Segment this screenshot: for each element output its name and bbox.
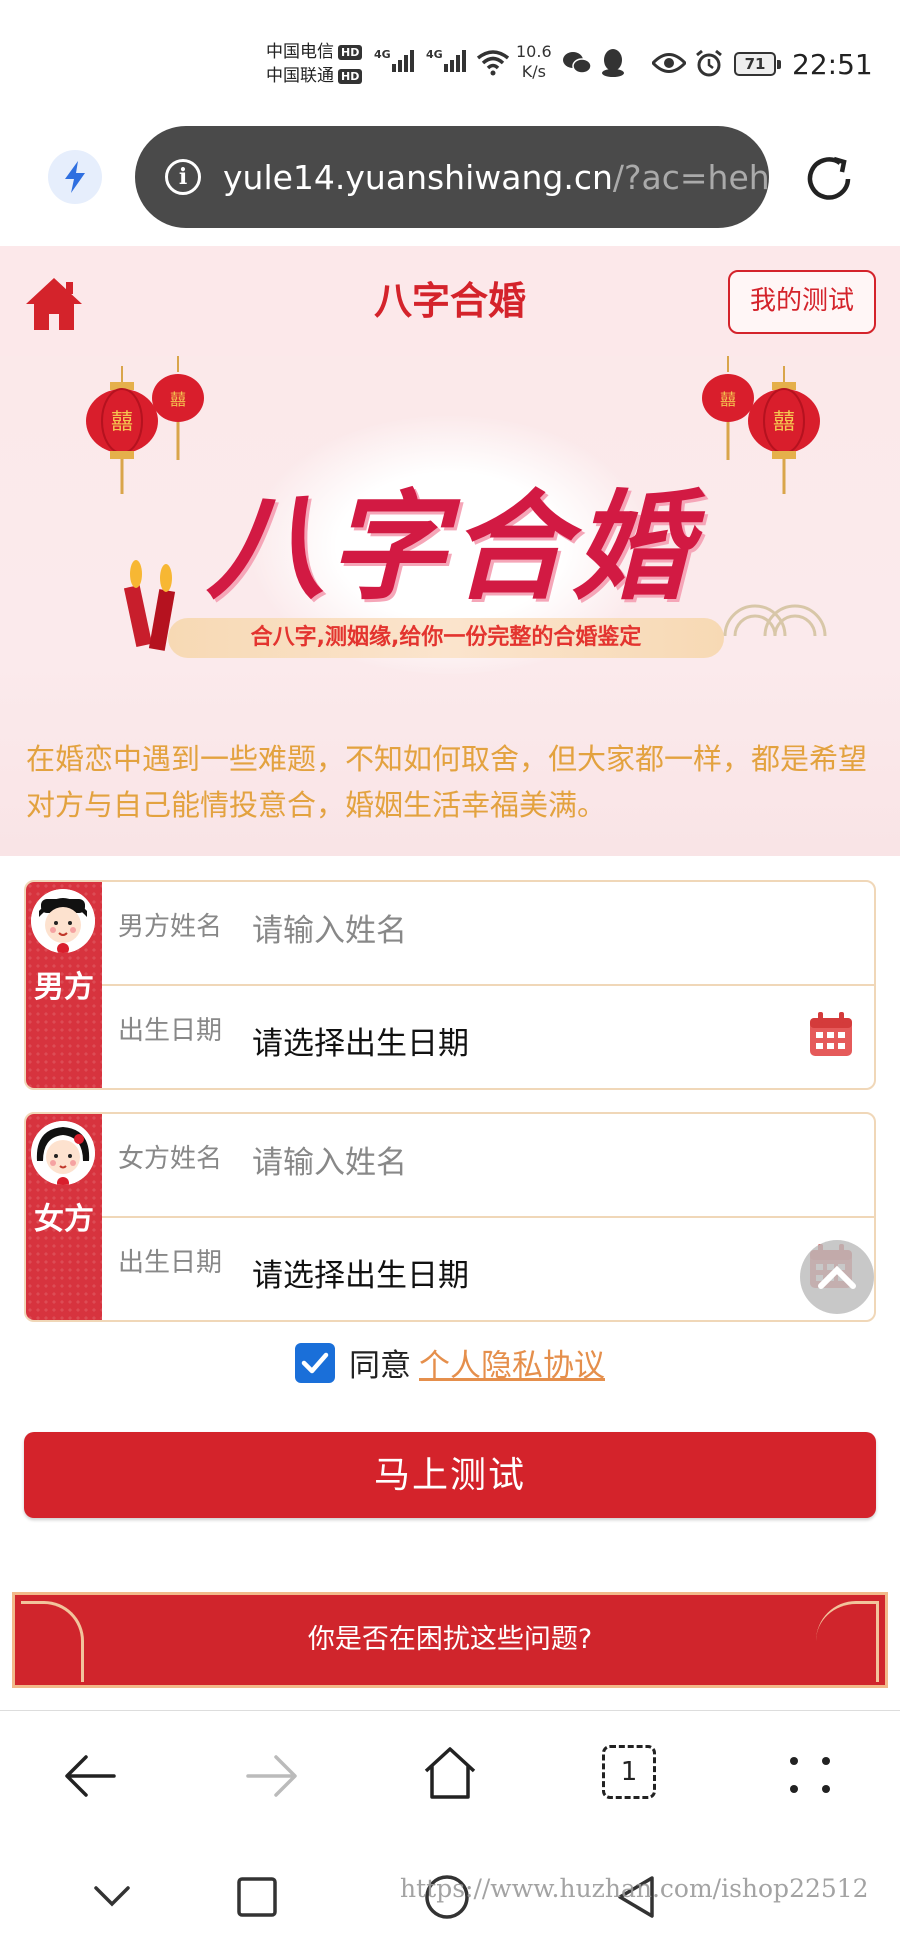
- male-name-row: 男方姓名: [102, 882, 874, 986]
- bride-avatar: [31, 1121, 95, 1185]
- svg-text:囍: 囍: [773, 410, 795, 435]
- svg-text:囍: 囍: [111, 410, 133, 435]
- svg-text:囍: 囍: [170, 390, 186, 409]
- tabs-button[interactable]: 1: [602, 1745, 656, 1799]
- male-name-input[interactable]: [252, 906, 772, 956]
- status-bar: 中国电信 HD 中国联通 HD 4G 4G 10.6 K/s 71 22:51: [0, 0, 900, 120]
- male-date-picker[interactable]: 请选择出生日期: [252, 1018, 469, 1063]
- female-date-row[interactable]: 出生日期 请选择出生日期: [102, 1218, 874, 1320]
- info-icon[interactable]: i: [165, 159, 201, 195]
- network-type-1: 4G: [374, 48, 391, 61]
- female-name-input[interactable]: [252, 1138, 772, 1188]
- male-date-label: 出生日期: [118, 1016, 223, 1046]
- female-form-card: 女方 女方姓名 出生日期 请选择出生日期: [24, 1112, 876, 1322]
- svg-text:囍: 囍: [720, 390, 736, 409]
- banner-ribbon: 合八字,测姻缘,给你一份完整的合婚鉴定: [168, 618, 724, 658]
- browser-toolbar: i yule14.yuanshiwang.cn/?ac=hehun: [0, 120, 900, 246]
- signal-icon-1: [392, 50, 414, 72]
- hd-badge-1: HD: [338, 44, 363, 60]
- browser-nav-bar: 1: [0, 1710, 900, 1840]
- alarm-icon: [696, 49, 722, 77]
- carrier-2: 中国联通: [266, 66, 334, 86]
- network-type-2: 4G: [426, 48, 443, 61]
- wechat-icon: [563, 52, 592, 74]
- recent-apps-icon[interactable]: [236, 1876, 278, 1918]
- hero-banner: 囍 囍 囍 囍 八字合婚 合八字,测姻缘,给你一份完整的合婚鉴定 在婚恋中遇到一…: [0, 356, 900, 856]
- chevron-up-icon: [818, 1265, 856, 1289]
- back-arrow-icon[interactable]: [62, 1751, 118, 1801]
- url-text: yule14.yuanshiwang.cn/?ac=hehun: [223, 157, 769, 197]
- groom-avatar: [31, 889, 95, 953]
- network-speed: 10.6 K/s: [516, 42, 552, 81]
- male-side-label: 男方: [34, 970, 94, 1005]
- signal-icon-2: [444, 50, 466, 72]
- lantern-icon: 囍: [152, 356, 204, 460]
- agreement-prefix: 同意: [349, 1348, 411, 1384]
- banner-title: 八字合婚: [205, 477, 694, 616]
- scroll-to-top-button[interactable]: [800, 1240, 874, 1314]
- male-side-panel: 男方: [26, 882, 102, 1088]
- chevron-down-icon[interactable]: [92, 1884, 132, 1908]
- battery-indicator: 71: [734, 52, 781, 76]
- watermark-text: https://www.huzhan.com/ishop22512: [400, 1874, 869, 1903]
- male-form-card: 男方 男方姓名 出生日期 请选择出生日期: [24, 880, 876, 1090]
- wifi-icon: [476, 50, 510, 76]
- troubles-banner: 你是否在困扰这些问题?: [12, 1592, 888, 1688]
- female-name-label: 女方姓名: [118, 1144, 223, 1174]
- clock: 22:51: [792, 48, 873, 81]
- checkmark-icon: [301, 1352, 329, 1373]
- intro-text: 在婚恋中遇到一些难题，不知如何取舍，但大家都一样，都是希望对方与自己能情投意合，…: [26, 742, 868, 822]
- more-menu-icon[interactable]: [788, 1755, 832, 1795]
- agreement-checkbox[interactable]: [295, 1342, 335, 1383]
- hd-badge-2: HD: [338, 68, 363, 84]
- carrier-info: 中国电信 HD 中国联通 HD: [266, 40, 363, 88]
- eye-icon: [652, 53, 686, 73]
- male-name-label: 男方姓名: [118, 912, 223, 942]
- female-date-picker[interactable]: 请选择出生日期: [252, 1250, 469, 1295]
- start-test-button[interactable]: 马上测试: [24, 1432, 876, 1518]
- lightning-icon[interactable]: [48, 150, 102, 204]
- home-nav-icon[interactable]: [422, 1745, 478, 1801]
- female-name-row: 女方姓名: [102, 1114, 874, 1218]
- male-date-row[interactable]: 出生日期 请选择出生日期: [102, 986, 874, 1088]
- qq-icon: [602, 49, 624, 77]
- app-header: 八字合婚 我的测试: [0, 246, 900, 356]
- calendar-icon[interactable]: [808, 1012, 854, 1058]
- forward-arrow-icon[interactable]: [244, 1751, 300, 1801]
- agreement-row: 同意 个人隐私协议: [0, 1340, 900, 1385]
- female-side-panel: 女方: [26, 1114, 102, 1320]
- address-bar[interactable]: i yule14.yuanshiwang.cn/?ac=hehun: [135, 126, 769, 228]
- female-date-label: 出生日期: [118, 1248, 223, 1278]
- female-side-label: 女方: [34, 1202, 94, 1237]
- carrier-1: 中国电信: [266, 42, 334, 62]
- privacy-policy-link[interactable]: 个人隐私协议: [419, 1340, 605, 1385]
- reload-icon[interactable]: [800, 150, 858, 208]
- my-test-button[interactable]: 我的测试: [728, 270, 876, 334]
